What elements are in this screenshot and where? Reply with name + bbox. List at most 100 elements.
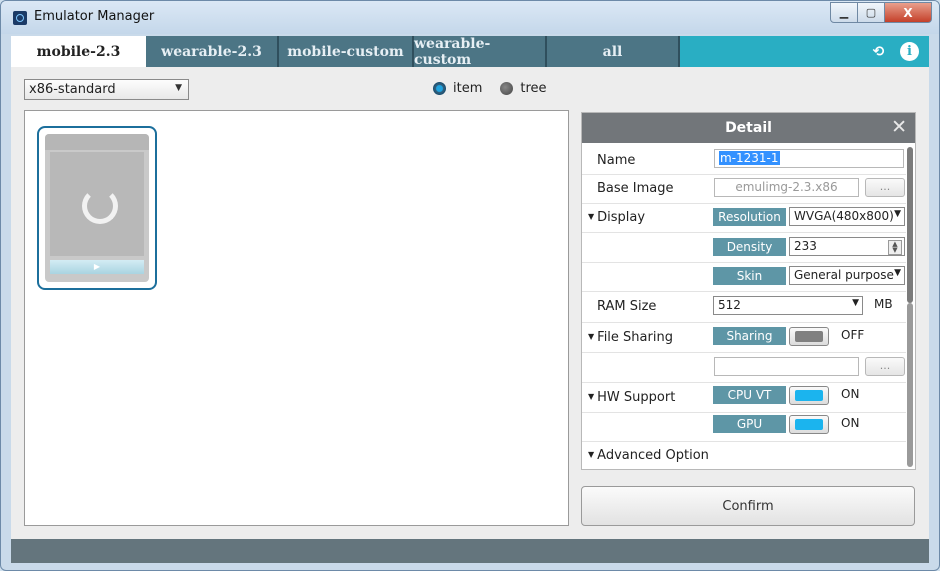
detail-panel: Detail ✕ Name m-1231-1 Base Image emulim… <box>581 112 916 470</box>
status-bar <box>11 539 929 563</box>
toggle-knob <box>795 419 823 430</box>
loading-spinner-icon <box>82 188 118 224</box>
launch-button[interactable]: ▶ <box>50 260 144 274</box>
window-controls: ▁ ▢ X <box>830 2 932 23</box>
hw-support-section-toggle[interactable]: ▼ HW Support <box>588 390 675 405</box>
info-icon[interactable]: i <box>900 42 919 61</box>
chevron-down-icon: ▼ <box>852 298 859 308</box>
toggle-knob <box>795 331 823 342</box>
resolution-tag: Resolution <box>713 208 786 226</box>
chevron-down-icon: ▼ <box>894 268 901 278</box>
display-label: Display <box>597 210 646 225</box>
row-cpu-vt: ▼ HW Support CPU VT ON <box>582 382 906 413</box>
row-base-image: Base Image emulimg-2.3.x86 ... <box>582 174 906 204</box>
close-detail-icon[interactable]: ✕ <box>891 116 907 138</box>
density-value: 233 <box>794 239 817 253</box>
file-sharing-section-toggle[interactable]: ▼ File Sharing <box>588 330 673 345</box>
row-gpu: GPU ON <box>582 412 906 442</box>
name-input-value: m-1231-1 <box>719 151 780 165</box>
view-item-label: item <box>453 81 483 96</box>
ram-size-label: RAM Size <box>597 299 657 314</box>
row-sharing-path: ... <box>582 352 906 383</box>
tab-bar-icons: ⟲ i <box>869 42 919 61</box>
row-density: Density 233 ▲ ▼ <box>582 232 906 263</box>
skin-value: General purpose <box>794 268 894 282</box>
skin-tag: Skin <box>713 267 786 285</box>
toggle-knob <box>795 390 823 401</box>
refresh-icon[interactable]: ⟲ <box>869 42 888 61</box>
tab-mobile-2-3[interactable]: mobile-2.3 <box>11 36 146 67</box>
window-title: Emulator Manager <box>34 9 155 24</box>
row-skin: Skin General purpose ▼ <box>582 262 906 292</box>
tab-wearable-custom[interactable]: wearable-custom <box>414 36 547 68</box>
sharing-toggle[interactable] <box>789 327 829 346</box>
resolution-value: WVGA(480x800) <box>794 209 894 223</box>
hw-support-label: HW Support <box>597 390 676 405</box>
tab-wearable-2-3[interactable]: wearable-2.3 <box>146 36 279 67</box>
expand-triangle-icon: ▼ <box>588 212 595 221</box>
close-button[interactable]: X <box>885 2 932 23</box>
name-input[interactable]: m-1231-1 <box>714 149 904 168</box>
density-stepper[interactable]: 233 ▲ ▼ <box>789 237 905 256</box>
sharing-state: OFF <box>841 328 865 342</box>
view-mode-radio-group: item tree <box>433 81 547 96</box>
row-advanced-option: ▼ Advanced Option <box>582 441 906 469</box>
detail-title: Detail <box>725 120 772 136</box>
expand-triangle-icon: ▼ <box>588 450 595 459</box>
platform-select[interactable]: x86-standard ▼ <box>24 79 189 100</box>
device-top-bar <box>45 134 149 150</box>
base-image-field: emulimg-2.3.x86 <box>714 178 859 197</box>
device-thumbnail: ▶ <box>45 134 149 282</box>
emulator-card[interactable]: ▶ <box>37 126 157 290</box>
base-image-label: Base Image <box>597 181 674 196</box>
tab-bar: mobile-2.3 wearable-2.3 mobile-custom we… <box>11 36 929 68</box>
cpu-vt-state: ON <box>841 387 860 401</box>
chevron-down-icon: ▼ <box>175 83 182 93</box>
skin-select[interactable]: General purpose ▼ <box>789 266 905 285</box>
confirm-button[interactable]: Confirm <box>581 486 915 526</box>
cpu-vt-toggle[interactable] <box>789 386 829 405</box>
resolution-select[interactable]: WVGA(480x800) ▼ <box>789 207 905 226</box>
expand-triangle-icon: ▼ <box>588 332 595 341</box>
cpu-vt-tag: CPU VT <box>713 386 786 404</box>
maximize-button[interactable]: ▢ <box>858 2 885 23</box>
play-icon: ▶ <box>93 262 101 271</box>
spinner-arrows-icon[interactable]: ▲ ▼ <box>888 240 902 255</box>
app-icon <box>13 11 27 25</box>
row-display: ▼ Display Resolution WVGA(480x800) ▼ <box>582 203 906 233</box>
advanced-option-label: Advanced Option <box>597 448 709 463</box>
gpu-tag: GPU <box>713 415 786 433</box>
gpu-toggle[interactable] <box>789 415 829 434</box>
file-sharing-label: File Sharing <box>597 330 673 345</box>
sharing-tag: Sharing <box>713 327 786 345</box>
main-content: x86-standard ▼ item tree ▶ Detail ✕ Name… <box>11 67 929 539</box>
density-tag: Density <box>713 238 786 256</box>
title-bar: Emulator Manager ▁ ▢ X <box>1 1 939 34</box>
base-image-browse-button[interactable]: ... <box>865 178 905 197</box>
ram-size-value: 512 <box>718 298 741 312</box>
detail-header: Detail ✕ <box>582 113 915 143</box>
detail-scrollbar-track[interactable] <box>907 303 913 467</box>
gpu-state: ON <box>841 416 860 430</box>
advanced-option-section-toggle[interactable]: ▼ Advanced Option <box>588 448 709 463</box>
ram-size-unit: MB <box>874 297 893 311</box>
tab-all[interactable]: all <box>547 36 680 67</box>
display-section-toggle[interactable]: ▼ Display <box>588 210 645 225</box>
minimize-button[interactable]: ▁ <box>830 2 858 23</box>
row-name: Name m-1231-1 <box>582 147 906 175</box>
view-item-radio[interactable] <box>433 82 446 95</box>
platform-select-value: x86-standard <box>29 82 116 97</box>
chevron-down-icon: ▼ <box>894 209 901 219</box>
expand-triangle-icon: ▼ <box>588 392 595 401</box>
row-ram-size: RAM Size 512 ▼ MB <box>582 291 906 323</box>
sharing-path-browse-button[interactable]: ... <box>865 357 905 376</box>
tab-mobile-custom[interactable]: mobile-custom <box>279 36 414 67</box>
emulator-manager-window: Emulator Manager ▁ ▢ X mobile-2.3 wearab… <box>0 0 940 571</box>
detail-scrollbar-thumb[interactable] <box>907 147 913 303</box>
view-tree-label: tree <box>520 81 547 96</box>
emulator-list-pane: ▶ <box>24 110 569 526</box>
sharing-path-input[interactable] <box>714 357 859 376</box>
name-label: Name <box>597 153 636 168</box>
view-tree-radio[interactable] <box>500 82 514 95</box>
ram-size-select[interactable]: 512 ▼ <box>713 296 863 315</box>
